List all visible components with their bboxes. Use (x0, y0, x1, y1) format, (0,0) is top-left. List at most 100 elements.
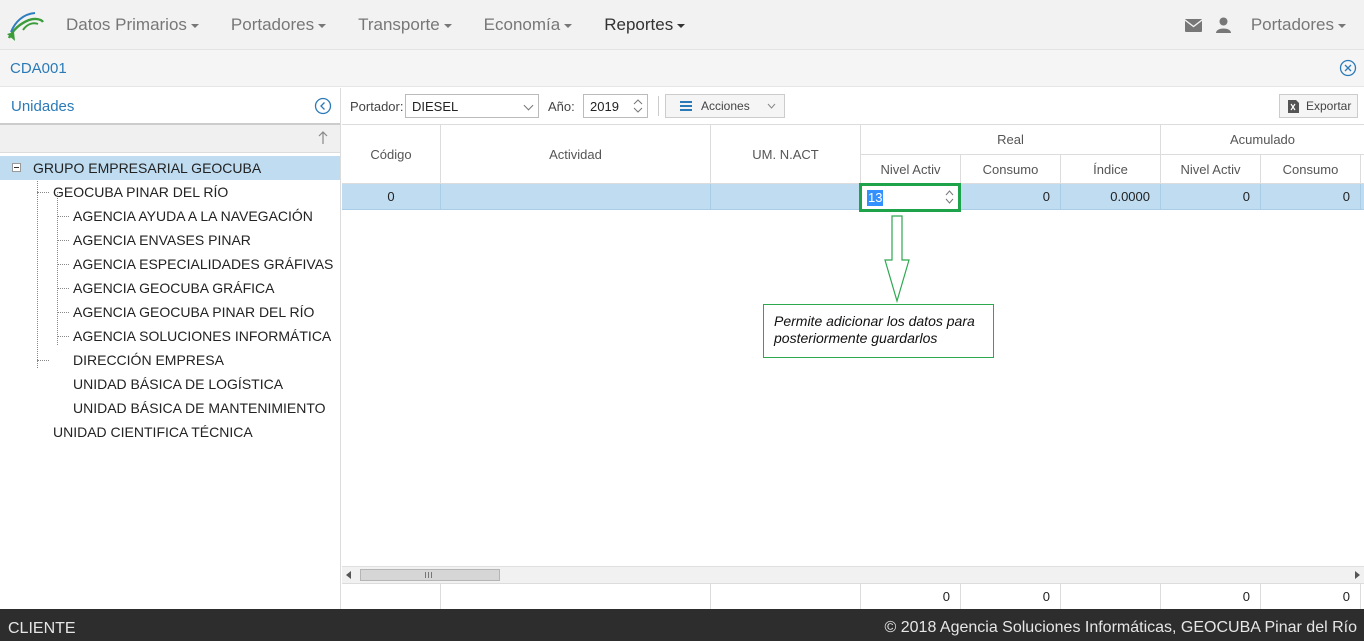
close-icon[interactable] (1339, 59, 1357, 77)
cell-codigo[interactable]: 0 (342, 184, 441, 210)
toolbar-divider (658, 96, 659, 116)
app-logo[interactable] (2, 0, 48, 50)
tree-node[interactable]: UNIDAD BÁSICA DE LOGÍSTICA (73, 372, 283, 396)
grid-header: Código Actividad UM. N.ACT Real Acumulad… (342, 125, 1364, 184)
annotation-callout: Permite adicionar los datos para posteri… (763, 304, 994, 358)
caret-down-icon (564, 23, 573, 28)
page-title: CDA001 (10, 60, 67, 77)
col-group-real: Real (861, 125, 1161, 155)
tree-connector (37, 168, 38, 368)
user-menu[interactable]: Portadores (1239, 15, 1364, 35)
exportar-button[interactable]: Exportar (1279, 94, 1358, 118)
scroll-right-icon[interactable] (1354, 571, 1360, 579)
main-menu: Datos Primarios Portadores Transporte Ec… (50, 0, 701, 50)
tree-node-label: AGENCIA AYUDA A LA NAVEGACIÓN (73, 208, 313, 224)
tree-node-label: AGENCIA ESPECIALIDADES GRÁFIVAS (73, 256, 334, 272)
caret-down-icon (443, 23, 452, 28)
col-real-indice[interactable]: Índice (1061, 155, 1161, 184)
tree-node-label: AGENCIA SOLUCIONES INFORMÁTICA (73, 328, 332, 344)
cell-consumo[interactable]: 0 (961, 184, 1061, 210)
anio-spinner[interactable]: 2019 (583, 94, 648, 118)
cell-um[interactable] (711, 184, 861, 210)
total-indice (1061, 584, 1161, 609)
nivel-activ-input[interactable]: 13 (867, 190, 884, 206)
acciones-button[interactable]: Acciones (665, 94, 785, 118)
collapse-left-icon[interactable] (314, 97, 332, 115)
page-header: CDA001 (0, 50, 1364, 87)
tree-node[interactable]: AGENCIA AYUDA A LA NAVEGACIÓN (73, 204, 313, 228)
tree-node-root[interactable]: GRUPO EMPRESARIAL GEOCUBA (0, 156, 340, 180)
tree-node-label: AGENCIA GEOCUBA GRÁFICA (73, 280, 275, 296)
tree-node-label: DIRECCIÓN EMPRESA (73, 352, 224, 368)
total-codigo (342, 584, 441, 609)
col-real-consumo[interactable]: Consumo (961, 155, 1061, 184)
tree-node[interactable]: AGENCIA GEOCUBA GRÁFICA (73, 276, 275, 300)
menu-label: Datos Primarios (66, 14, 187, 34)
spinner-arrows-icon[interactable] (945, 189, 954, 205)
tree-node[interactable]: UNIDAD CIENTIFICA TÉCNICA (53, 420, 253, 444)
tree-node[interactable]: AGENCIA GEOCUBA PINAR DEL RÍO (73, 300, 314, 324)
menu-reportes[interactable]: Reportes (588, 0, 701, 50)
top-navbar: Datos Primarios Portadores Transporte Ec… (0, 0, 1364, 50)
caret-down-icon (1338, 24, 1346, 28)
user-menu-label: Portadores (1250, 15, 1334, 34)
tree-node[interactable]: AGENCIA ENVASES PINAR (73, 228, 251, 252)
anio-label: Año: (548, 99, 575, 114)
totals-row: 0 0 0 0 (342, 583, 1364, 609)
units-panel-header: Unidades (0, 88, 340, 125)
spinner-arrows-icon[interactable] (633, 97, 643, 115)
tree-connector (37, 360, 49, 361)
tree-toolbar (0, 125, 340, 153)
cell-acum-consumo[interactable]: 0 (1261, 184, 1361, 210)
scroll-left-icon[interactable] (346, 571, 352, 579)
tree-node-label: GRUPO EMPRESARIAL GEOCUBA (33, 160, 262, 176)
cell-actividad[interactable] (441, 184, 711, 210)
col-codigo[interactable]: Código (342, 125, 441, 184)
menu-lines-icon (680, 101, 692, 111)
tree-connector (57, 312, 69, 313)
scrollbar-thumb[interactable] (360, 569, 500, 581)
acciones-label: Acciones (701, 99, 750, 113)
tree-connector (57, 216, 69, 217)
tree-node[interactable]: AGENCIA ESPECIALIDADES GRÁFIVAS (73, 252, 333, 276)
col-actividad[interactable]: Actividad (441, 125, 711, 184)
tree-node-label: AGENCIA GEOCUBA PINAR DEL RÍO (73, 304, 315, 320)
tree-connector (57, 192, 58, 345)
role-label: CLIENTE (8, 620, 76, 637)
portador-select[interactable]: DIESEL (405, 94, 539, 118)
tree-node[interactable]: GEOCUBA PINAR DEL RÍO (53, 180, 228, 204)
tree-node-label: AGENCIA ENVASES PINAR (73, 232, 251, 248)
col-um[interactable]: UM. N.ACT (711, 125, 861, 184)
tree-node[interactable]: UNIDAD BÁSICA DE MANTENIMIENTO (73, 396, 326, 420)
tree-connector (57, 264, 69, 265)
cell-indice[interactable]: 0.0000 (1061, 184, 1161, 210)
units-panel: Unidades GRUPO EMPRESARIAL GEOCUBA GEOCU… (0, 88, 341, 609)
exportar-label: Exportar (1306, 99, 1352, 113)
tree-node[interactable]: DIRECCIÓN EMPRESA (73, 348, 224, 372)
nivel-activ-editor[interactable]: 13 (859, 183, 961, 212)
menu-label: Economía (483, 14, 561, 34)
menu-label: Reportes (604, 14, 674, 34)
user-icon[interactable] (1209, 0, 1239, 50)
annotation-arrow-icon (884, 215, 910, 303)
tree-connector (37, 192, 49, 193)
portador-label: Portador: (350, 99, 404, 114)
caret-down-icon (677, 23, 686, 28)
table-row[interactable]: 0 0 0.0000 0 0 (342, 184, 1364, 210)
report-panel: Portador: DIESEL Año: 2019 Acciones Expo… (342, 88, 1364, 609)
horizontal-scrollbar[interactable] (342, 566, 1364, 583)
menu-economia[interactable]: Economía (468, 0, 589, 50)
col-acum-consumo[interactable]: Consumo (1261, 155, 1361, 184)
tree-node[interactable]: AGENCIA SOLUCIONES INFORMÁTICA (73, 324, 331, 348)
cell-acum-nivel[interactable]: 0 (1161, 184, 1261, 210)
menu-portadores[interactable]: Portadores (215, 0, 342, 50)
col-acum-nivel[interactable]: Nivel Activ (1161, 155, 1261, 184)
total-um (711, 584, 861, 609)
menu-datos-primarios[interactable]: Datos Primarios (50, 0, 215, 50)
collapse-node-icon[interactable] (12, 163, 21, 172)
envelope-icon[interactable] (1179, 0, 1209, 50)
menu-transporte[interactable]: Transporte (342, 0, 468, 50)
arrow-up-icon[interactable] (318, 131, 328, 145)
tree-node-label: UNIDAD BÁSICA DE MANTENIMIENTO (73, 400, 326, 416)
col-real-nivel[interactable]: Nivel Activ (861, 155, 961, 184)
